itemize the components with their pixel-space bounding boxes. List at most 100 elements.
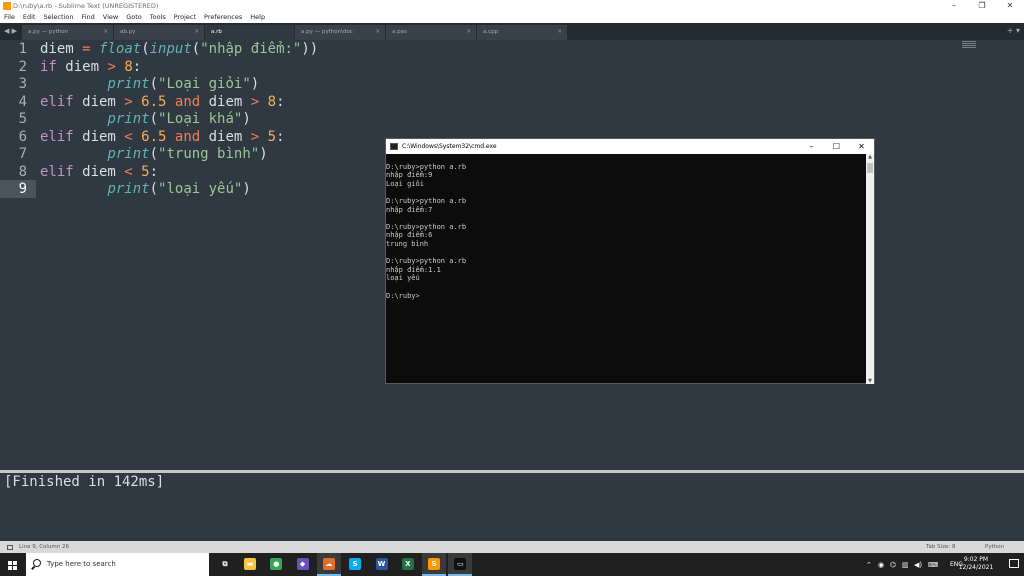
tray-usb-icon[interactable]: ⌬ — [890, 561, 896, 569]
menu-selection[interactable]: Selection — [39, 12, 77, 23]
taskbar-word-button[interactable]: W — [370, 553, 394, 576]
cmd-console[interactable]: D:\ruby>python a.rb nhập điểm:9 Loại giỏi D… — [386, 154, 866, 384]
code-token: diem — [73, 163, 125, 180]
notification-icon[interactable] — [1009, 559, 1019, 568]
menu-view[interactable]: View — [99, 12, 122, 23]
minimap[interactable] — [962, 41, 976, 51]
cmd-scrollbar[interactable]: ▲ ▼ — [866, 154, 874, 384]
code-token: < — [124, 128, 133, 145]
window-title: D:\ruby\a.rb - Sublime Text (UNREGISTERE… — [13, 2, 159, 10]
line-number: 3 — [18, 76, 27, 92]
code-line[interactable]: print("trung bình") — [40, 146, 267, 164]
taskbar-sublime-text-button[interactable]: S — [422, 553, 447, 576]
tab-label: a.pas — [392, 29, 407, 35]
code-line[interactable]: diem = float(input("nhập điểm:")) — [40, 41, 318, 59]
code-token: ( — [191, 41, 201, 57]
code-token: print — [107, 181, 150, 197]
taskbar-app-blue-button[interactable]: ◆ — [291, 553, 315, 576]
tray-overflow-icon[interactable]: ⌃ — [866, 561, 872, 569]
code-line[interactable]: print("Loại khá") — [40, 111, 250, 129]
tab-label: a.cpp — [483, 29, 499, 35]
code-token: < — [124, 163, 133, 180]
system-tray: ⌃ ◉ ⌬ ▥ ◀) ⌨ ENG 9:02 PM 12/24/2021 — [854, 553, 1024, 576]
scroll-up-icon[interactable]: ▲ — [866, 154, 874, 160]
cmd-window[interactable]: C:\Windows\System32\cmd.exe – ☐ ✕ D:\rub… — [385, 138, 875, 384]
code-line[interactable]: print("Loại giỏi") — [40, 76, 259, 94]
taskbar-clock[interactable]: 9:02 PM 12/24/2021 — [956, 556, 996, 572]
taskbar-file-explorer-button[interactable]: ▬ — [238, 553, 262, 576]
line-number-gutter: 123456789 — [0, 40, 36, 470]
tab-a-pas[interactable]: a.pas ✕ — [386, 25, 476, 40]
tab-nav-arrows[interactable]: ◀ ▶ — [4, 27, 17, 35]
code-token: ( — [149, 146, 159, 162]
taskbar-excel-button[interactable]: X — [396, 553, 420, 576]
tab-a-rb[interactable]: a.rb — [205, 25, 294, 40]
tray-volume-icon[interactable]: ◀) — [914, 561, 922, 569]
syntax-selector[interactable]: Python — [985, 541, 1004, 553]
scroll-down-icon[interactable]: ▼ — [866, 378, 874, 384]
windows-start-icon[interactable] — [0, 553, 25, 576]
menu-help[interactable]: Help — [246, 12, 269, 23]
code-line[interactable]: if diem > 8: — [40, 59, 141, 77]
menu-project[interactable]: Project — [170, 12, 200, 23]
taskbar-search-box[interactable]: Type here to search — [26, 553, 209, 576]
code-token: print — [107, 76, 150, 92]
taskbar-chrome-button[interactable]: ● — [264, 553, 288, 576]
tray-keyboard-icon[interactable]: ⌨ — [928, 561, 938, 569]
menu-edit[interactable]: Edit — [19, 12, 40, 23]
new-tab-button[interactable]: + ▾ — [1007, 26, 1020, 35]
tab-close-icon[interactable]: ✕ — [375, 25, 380, 40]
windows-taskbar: Type here to search ⧉ ▬ ● ◆ ☁ S W X S ▭ ⌃ ◉ ⌬ ▥ ◀… — [0, 553, 1024, 576]
tab-a-py-python[interactable]: a.py — python ✕ — [22, 25, 113, 40]
code-token: ) — [242, 181, 251, 197]
tab-close-icon[interactable]: ✕ — [466, 25, 471, 40]
cmd-maximize-button[interactable]: ☐ — [824, 139, 849, 154]
tab-close-icon[interactable]: ✕ — [103, 25, 108, 40]
taskbar-cmd-button[interactable]: ▭ — [448, 553, 473, 576]
code-token: : — [276, 128, 285, 145]
tab-close-icon[interactable]: ✕ — [194, 25, 199, 40]
taskbar-task-view-button[interactable]: ⧉ — [213, 553, 237, 576]
menu-goto[interactable]: Goto — [122, 12, 146, 23]
panel-toggle-icon[interactable] — [7, 545, 13, 550]
code-token: elif — [40, 163, 74, 180]
file-explorer-icon: ▬ — [244, 558, 256, 570]
tab-a-py-python-doc[interactable]: a.py — python\doc ✕ — [295, 25, 385, 40]
line-number: 2 — [18, 58, 27, 75]
tab-ab-py[interactable]: ab.py ✕ — [114, 25, 204, 40]
code-line[interactable]: print("loại yếu") — [40, 181, 251, 199]
code-line[interactable]: elif diem < 5: — [40, 164, 158, 182]
tab-a-cpp[interactable]: a.cpp ✕ — [477, 25, 567, 40]
menu-preferences[interactable]: Preferences — [200, 12, 246, 23]
code-token: > — [250, 128, 260, 145]
menu-find[interactable]: Find — [77, 12, 98, 23]
taskbar-app-orange-button[interactable]: ☁ — [316, 553, 341, 576]
code-line[interactable]: elif diem < 6.5 and diem > 5: — [40, 129, 285, 147]
menu-file[interactable]: File — [0, 12, 19, 23]
tray-app-icon[interactable]: ◉ — [878, 561, 884, 569]
cmd-close-button[interactable]: ✕ — [849, 139, 874, 154]
clock-time: 9:02 PM — [963, 556, 989, 563]
code-token: diem — [73, 128, 125, 145]
maximize-button[interactable]: ❐ — [968, 0, 996, 12]
console-line: nhập điểm:6 — [386, 231, 433, 240]
minimize-button[interactable]: – — [940, 0, 968, 12]
tab-label: a.py — python\doc — [301, 29, 353, 35]
code-line[interactable]: elif diem > 6.5 and diem > 8: — [40, 94, 285, 112]
code-token: ( — [149, 76, 159, 92]
cmd-minimize-button[interactable]: – — [799, 139, 824, 154]
tab-size-selector[interactable]: Tab Size: 8 — [926, 541, 955, 553]
menu-tools[interactable]: Tools — [146, 12, 170, 23]
tab-close-icon[interactable]: ✕ — [557, 25, 562, 40]
close-button[interactable]: ✕ — [996, 0, 1024, 12]
tray-network-icon[interactable]: ▥ — [902, 561, 909, 569]
console-line: D:\ruby>python a.rb — [386, 197, 467, 205]
taskbar-skype-button[interactable]: S — [343, 553, 367, 576]
scroll-thumb[interactable] — [867, 163, 873, 173]
